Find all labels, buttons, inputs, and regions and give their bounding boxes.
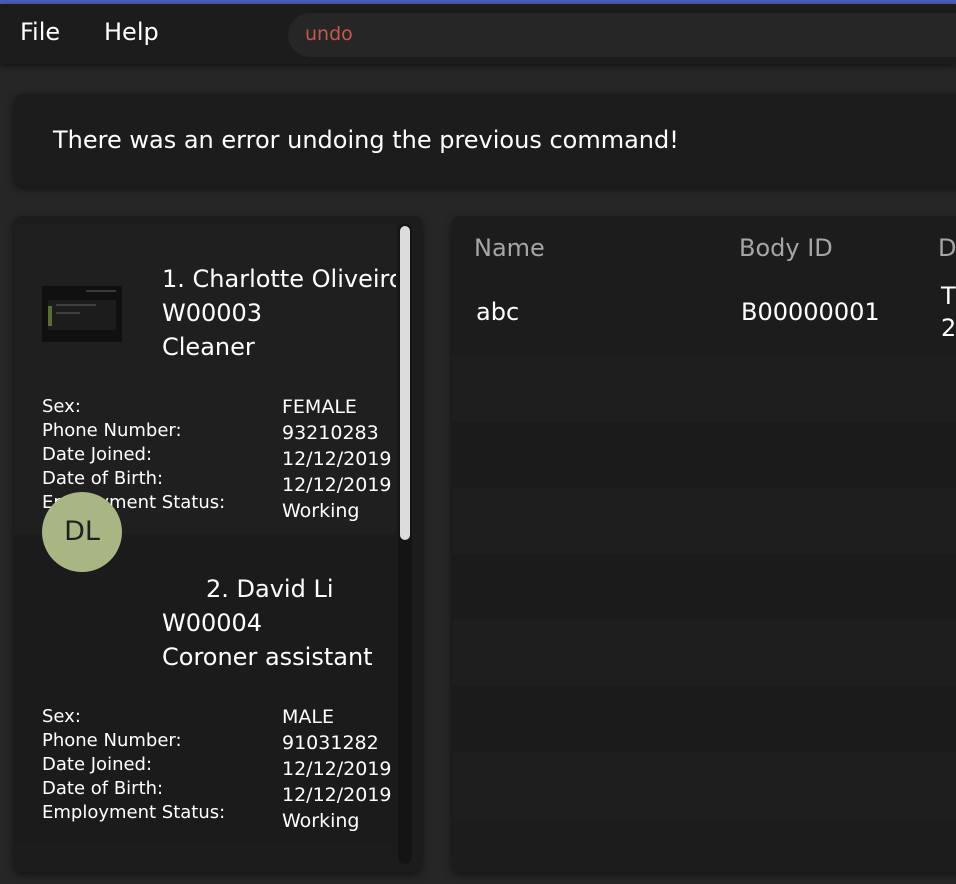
column-header-body-id[interactable]: Body ID — [739, 234, 833, 262]
cell-name: abc — [476, 298, 520, 326]
employment-status-label: Employment Status: — [42, 802, 226, 823]
cell-date-line1: T — [941, 282, 956, 310]
table-row-empty — [452, 488, 956, 554]
cell-body-id: B00000001 — [741, 298, 880, 326]
phone-label: Phone Number: — [42, 730, 182, 751]
table-row-empty — [452, 620, 956, 686]
sex-value: MALE — [282, 706, 334, 728]
table-row-empty — [452, 422, 956, 488]
sex-value: FEMALE — [282, 396, 357, 418]
date-of-birth-label: Date of Birth: — [42, 468, 164, 489]
phone-value: 91031282 — [282, 732, 379, 754]
date-joined-value: 12/12/2019 — [282, 758, 392, 780]
worker-name: 1. Charlotte Oliveiro — [162, 265, 398, 293]
worker-id: W00004 — [162, 609, 263, 637]
table-row[interactable] — [452, 278, 956, 344]
sex-label: Sex: — [42, 706, 81, 727]
column-header-name[interactable]: Name — [474, 234, 545, 262]
table-row-empty — [452, 752, 956, 818]
date-joined-label: Date Joined: — [42, 444, 153, 465]
menu-help[interactable]: Help — [104, 18, 159, 46]
phone-label: Phone Number: — [42, 420, 182, 441]
employment-status-value: Working — [282, 500, 360, 522]
table-row-empty — [452, 686, 956, 752]
menu-file[interactable]: File — [20, 18, 60, 46]
date-joined-value: 12/12/2019 — [282, 448, 392, 470]
table-row-empty — [452, 554, 956, 620]
phone-value: 93210283 — [282, 422, 379, 444]
date-joined-label: Date Joined: — [42, 754, 153, 775]
worker-list-panel[interactable]: 1. Charlotte Oliveiro W00003 Cleaner Sex… — [14, 216, 422, 872]
scrollbar-thumb[interactable] — [400, 226, 410, 540]
worker-id: W00003 — [162, 299, 263, 327]
command-input[interactable] — [305, 23, 905, 45]
date-of-birth-label: Date of Birth: — [42, 778, 164, 799]
menu-bar: File Help — [0, 4, 956, 64]
sex-label: Sex: — [42, 396, 81, 417]
worker-photo — [42, 286, 122, 342]
employment-status-value: Working — [282, 810, 360, 832]
result-message: There was an error undoing the previous … — [53, 126, 679, 154]
body-table-panel: Name Body ID D abc B00000001 T 2 — [452, 216, 956, 872]
date-of-birth-value: 12/12/2019 — [282, 784, 392, 806]
table-row-empty — [452, 356, 956, 422]
worker-designation: Coroner assistant — [162, 643, 373, 671]
worker-name: 2. David Li — [206, 575, 334, 603]
command-box[interactable] — [288, 13, 956, 57]
column-header-date[interactable]: D — [938, 234, 956, 262]
worker-designation: Cleaner — [162, 333, 255, 361]
date-of-birth-value: 12/12/2019 — [282, 474, 392, 496]
cell-date-line2: 2 — [941, 314, 956, 342]
result-display: There was an error undoing the previous … — [14, 94, 956, 186]
avatar: DL — [42, 492, 122, 572]
